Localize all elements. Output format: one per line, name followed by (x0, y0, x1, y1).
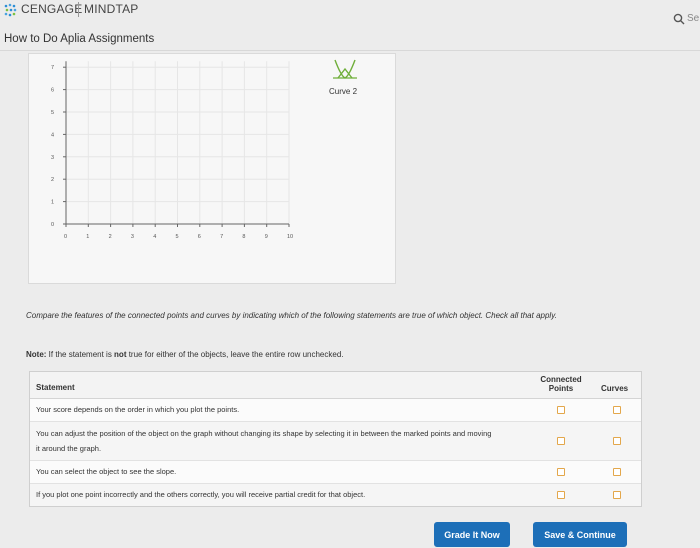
statement-text: You can select the object to see the slo… (36, 467, 177, 476)
table-row: You can select the object to see the slo… (30, 461, 641, 484)
header-curves: Curves (601, 384, 629, 393)
note-text: Note: If the statement is not true for e… (26, 350, 344, 359)
statement-text: Your score depends on the order in which… (36, 405, 240, 414)
table-row: Your score depends on the order in which… (30, 399, 641, 422)
x-tick-label: 10 (287, 234, 293, 240)
top-bar: CENGAGE MINDTAP Se (0, 0, 700, 25)
table-header: Statement Connected Points Curves (30, 372, 641, 399)
note-pre: If the statement is (46, 350, 115, 359)
y-tick-label: 1 (51, 200, 54, 206)
x-tick-label: 0 (64, 234, 67, 240)
search-icon[interactable] (673, 13, 685, 25)
table-row: If you plot one point incorrectly and th… (30, 484, 641, 506)
statement-table: Statement Connected Points Curves Your s… (29, 371, 642, 507)
row-4-curves-checkbox[interactable] (613, 491, 621, 499)
graph-panel[interactable]: 0 1 2 3 4 5 6 7 0 1 2 3 4 5 6 7 8 9 10 Curve 2 (28, 53, 396, 284)
grade-it-now-button[interactable]: Grade It Now (434, 522, 510, 547)
x-tick-label: 7 (220, 234, 223, 240)
title-divider (0, 50, 700, 51)
y-tick-label: 5 (51, 110, 54, 116)
row-3-curves-checkbox[interactable] (613, 468, 621, 476)
x-tick-label: 4 (153, 234, 156, 240)
brand-name: CENGAGE (21, 2, 83, 16)
instructions-text: Compare the features of the connected po… (26, 311, 557, 320)
note-not: not (114, 350, 127, 359)
x-tick-label: 2 (109, 234, 112, 240)
y-tick-label: 2 (51, 177, 54, 183)
note-post: true for either of the objects, leave th… (126, 350, 344, 359)
search-label[interactable]: Se (687, 13, 699, 24)
statement-text: You can adjust the position of the objec… (36, 429, 492, 453)
save-and-continue-button[interactable]: Save & Continue (533, 522, 627, 547)
cengage-logo-icon (4, 3, 17, 17)
page-title: How to Do Aplia Assignments (4, 33, 155, 45)
x-tick-label: 9 (265, 234, 268, 240)
curve-2-tool-icon[interactable] (333, 59, 357, 79)
row-2-connected-points-checkbox[interactable] (557, 437, 565, 445)
x-tick-label: 5 (176, 234, 179, 240)
y-tick-label: 3 (51, 155, 54, 161)
y-tick-label: 7 (51, 65, 54, 71)
y-tick-label: 4 (51, 132, 54, 138)
row-1-connected-points-checkbox[interactable] (557, 406, 565, 414)
row-3-connected-points-checkbox[interactable] (557, 468, 565, 476)
row-4-connected-points-checkbox[interactable] (557, 491, 565, 499)
note-label: Note: (26, 350, 47, 359)
x-tick-label: 1 (86, 234, 89, 240)
y-tick-label: 0 (51, 222, 54, 228)
row-1-curves-checkbox[interactable] (613, 406, 621, 414)
header-statement: Statement (36, 383, 75, 392)
product-name: MINDTAP (84, 2, 139, 16)
x-tick-label: 6 (198, 234, 201, 240)
row-2-curves-checkbox[interactable] (613, 437, 621, 445)
curve-2-label: Curve 2 (329, 87, 358, 96)
brand-divider (78, 2, 79, 17)
y-tick-label: 6 (51, 88, 54, 94)
x-tick-label: 8 (242, 234, 245, 240)
header-connected-points: Connected Points (540, 375, 582, 393)
statement-text: If you plot one point incorrectly and th… (36, 490, 366, 499)
table-row: You can adjust the position of the objec… (30, 422, 641, 461)
x-tick-label: 3 (131, 234, 134, 240)
